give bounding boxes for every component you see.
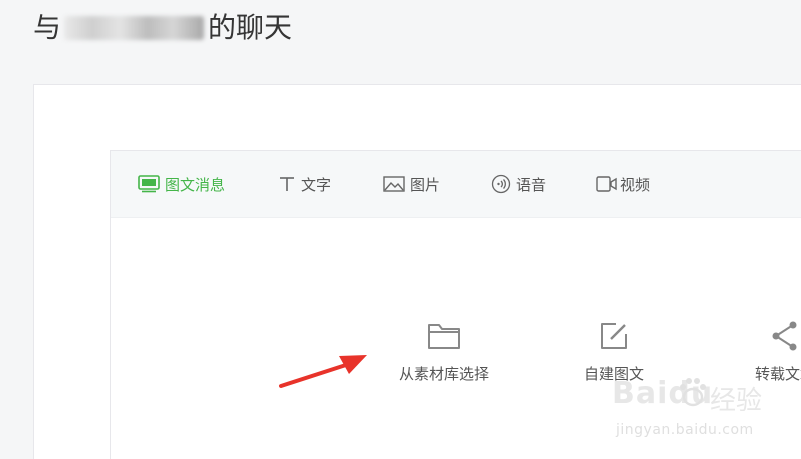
blurred-contact-name [64, 16, 204, 40]
chat-title-prefix: 与 [33, 11, 62, 44]
tab-image[interactable]: 图片 [383, 151, 440, 217]
choose-from-library-button[interactable]: 从素材库选择 [374, 319, 514, 384]
create-article-button[interactable]: 自建图文 [544, 319, 684, 384]
chat-header: 与 的聊天 [0, 0, 801, 82]
tab-voice-label: 语音 [516, 175, 547, 194]
tab-voice[interactable]: 语音 [491, 151, 546, 217]
video-icon [596, 175, 618, 193]
tab-text[interactable]: 文字 [278, 151, 331, 217]
edit-icon [596, 319, 632, 353]
tab-video[interactable]: 视频 [596, 151, 650, 217]
news-icon [138, 175, 160, 193]
tab-video-label: 视频 [620, 175, 651, 194]
share-icon [767, 319, 801, 353]
paw-icon [680, 378, 706, 407]
tab-news-label: 图文消息 [165, 175, 226, 194]
message-type-tabs: 图文消息 文字 图片 语音 视频 [111, 151, 801, 218]
tab-image-label: 图片 [410, 175, 441, 194]
tab-news[interactable]: 图文消息 [138, 151, 225, 217]
baidu-jingyan-watermark: Baidu 经验 jingyan.baidu.com [612, 376, 782, 446]
chat-title-suffix: 的聊天 [208, 11, 293, 44]
tab-text-label: 文字 [301, 175, 332, 194]
image-icon [383, 175, 405, 193]
folder-icon [426, 319, 462, 353]
voice-icon [491, 174, 511, 194]
red-arrow-annotation [279, 355, 367, 388]
text-icon [278, 175, 296, 193]
repost-article-button[interactable]: 转载文章 [715, 319, 801, 384]
choose-from-library-label: 从素材库选择 [398, 365, 489, 383]
watermark-cn: 经验 [710, 386, 763, 416]
watermark-url: jingyan.baidu.com [616, 422, 754, 438]
